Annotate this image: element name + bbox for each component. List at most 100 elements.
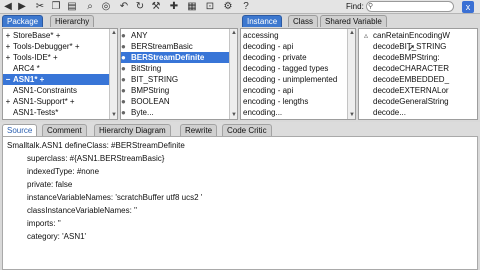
code-line: classInstanceVariableNames: '' [27, 206, 138, 215]
tab-hierarchy-diagram[interactable]: Hierarchy Diagram [94, 124, 171, 136]
source-tab-bar: Source Comment Hierarchy Diagram Rewrite… [0, 122, 480, 136]
lock-icon[interactable]: ⊡ [204, 1, 216, 13]
source-code-editor[interactable]: Smalltalk.ASN1 defineClass: #BERStreamDe… [2, 136, 478, 270]
method-item[interactable]: decode... [359, 107, 477, 118]
protocol-item[interactable]: decoding - tagged types [241, 63, 355, 74]
find-field[interactable]: ⚲ [366, 1, 455, 12]
protocol-item[interactable]: encoding - lengths [241, 96, 355, 107]
arrow-right-icon[interactable]: ▶ [16, 1, 28, 13]
protocol-item[interactable]: encoding... [241, 107, 355, 118]
new-icon[interactable]: ✚ [168, 1, 180, 13]
class-icon: ● [121, 75, 126, 84]
tab-comment[interactable]: Comment [42, 124, 87, 136]
tab-hierarchy[interactable]: Hierarchy [50, 15, 95, 27]
class-icon: ● [121, 31, 126, 40]
code-line: Smalltalk.ASN1 defineClass: #BERStreamDe… [7, 141, 185, 150]
class-item-selected[interactable]: ● BERStreamDefinite [121, 52, 237, 63]
tab-rewrite[interactable]: Rewrite [180, 124, 218, 136]
package-list[interactable]: + StoreBase* + + Tools-Debugger* + + Tools-… [2, 28, 118, 120]
code-line: instanceVariableNames: 'scratchBuffer ut… [27, 193, 203, 202]
method-item[interactable]: decodeBMPString: [359, 52, 477, 63]
find-input[interactable] [375, 3, 455, 12]
package-item[interactable]: + Tools-IDE* + [3, 52, 117, 63]
method-item[interactable]: decodeBIT_STRING [359, 41, 477, 52]
class-icon: ● [121, 86, 126, 95]
method-item[interactable]: ▵ canRetainEncodingW [359, 30, 477, 41]
class-item[interactable]: ● BitString [121, 63, 237, 74]
scissors-icon[interactable]: ✂ [34, 1, 46, 13]
package-item[interactable]: ASN1-Tests* [3, 107, 117, 118]
class-item[interactable]: ● BOOLEAN [121, 96, 237, 107]
copy-icon[interactable]: ❐ [50, 1, 62, 13]
protocol-item[interactable]: decoding - unimplemented [241, 74, 355, 85]
class-item[interactable]: ● BMPString [121, 85, 237, 96]
expand-icon[interactable]: + [3, 41, 13, 52]
class-list[interactable]: ● ANY ● BERStreamBasic ● BERStreamDefinite … [120, 28, 238, 120]
class-icon: ● [121, 42, 126, 51]
class-icon: ● [121, 53, 126, 62]
toolbar: ◀ ▶ ✂ ❐ ▤ ⌕ ◎ ↶ ↻ ⚒ ✚ ▦ ⊡ ⚙ ? Find: ⚲ x [0, 0, 480, 14]
tool-icon[interactable]: ⚒ [150, 1, 162, 13]
package-item[interactable]: ASN1-Constraints [3, 85, 117, 96]
protocol-item[interactable]: encoding - api [241, 85, 355, 96]
tab-code-critic[interactable]: Code Critic [222, 124, 272, 136]
undo-icon[interactable]: ↶ [118, 1, 130, 13]
find-icon[interactable]: ◎ [100, 1, 112, 13]
package-item-selected[interactable]: − ASN1* + [3, 74, 117, 85]
paste-icon[interactable]: ▤ [66, 1, 78, 13]
class-item[interactable]: ● Byte... [121, 107, 237, 118]
package-item[interactable]: + ASN1-Support* + [3, 96, 117, 107]
help-icon[interactable]: ? [240, 1, 252, 13]
close-button[interactable]: x [462, 1, 474, 13]
tab-shared-variable[interactable]: Shared Variable [320, 15, 387, 27]
package-scrollbar[interactable]: ▲ ▼ [109, 29, 117, 119]
code-line: indexedType: #none [27, 167, 100, 176]
code-line: private: false [27, 180, 73, 189]
method-item[interactable]: decodeEXTERNALor [359, 85, 477, 96]
tab-source[interactable]: Source [2, 124, 38, 136]
code-line: category: 'ASN1' [27, 232, 87, 241]
method-item[interactable]: decodeEMBEDDED_ [359, 74, 477, 85]
expand-icon[interactable]: + [3, 96, 13, 107]
protocol-item[interactable]: accessing [241, 30, 355, 41]
class-icon: ● [121, 108, 126, 117]
class-icon: ● [121, 64, 126, 73]
package-item[interactable]: + StoreBase* + [3, 30, 117, 41]
class-item[interactable]: ● ANY [121, 30, 237, 41]
expand-icon[interactable]: − [3, 74, 13, 85]
protocol-item[interactable]: decoding - private [241, 52, 355, 63]
scroll-up-icon[interactable]: ▲ [230, 29, 237, 37]
method-icon: ▵ [363, 31, 368, 40]
magnifier-icon: ⚲ [368, 3, 374, 10]
protocol-item[interactable]: decoding - api [241, 41, 355, 52]
package-item[interactable]: + Tools-Debugger* + [3, 41, 117, 52]
tab-class[interactable]: Class [288, 15, 319, 27]
method-item[interactable]: decodeGeneralString [359, 96, 477, 107]
class-item[interactable]: ● BIT_STRING [121, 74, 237, 85]
refresh-icon[interactable]: ↻ [134, 1, 146, 13]
class-scrollbar[interactable]: ▲ ▼ [229, 29, 237, 119]
scroll-up-icon[interactable]: ▲ [110, 29, 117, 37]
tab-instance[interactable]: Instance [242, 15, 283, 27]
class-icon: ● [121, 97, 126, 106]
search-icon[interactable]: ⌕ [84, 1, 96, 13]
mouse-cursor-icon: ➚ [407, 43, 416, 54]
class-item[interactable]: ● BERStreamBasic [121, 41, 237, 52]
protocol-list[interactable]: accessing decoding - api decoding - priv… [240, 28, 356, 120]
code-line: imports: '' [27, 219, 61, 228]
package-item[interactable]: ARC4 * [3, 63, 117, 74]
protocol-scrollbar[interactable]: ▲ ▼ [347, 29, 355, 119]
arrow-left-icon[interactable]: ◀ [2, 1, 14, 13]
tab-package[interactable]: Package [2, 15, 44, 27]
method-item[interactable]: decodeCHARACTER [359, 63, 477, 74]
scroll-down-icon[interactable]: ▼ [230, 111, 237, 119]
scroll-down-icon[interactable]: ▼ [348, 111, 355, 119]
scroll-down-icon[interactable]: ▼ [110, 111, 117, 119]
expand-icon[interactable]: + [3, 52, 13, 63]
scroll-up-icon[interactable]: ▲ [348, 29, 355, 37]
browse-icon[interactable]: ▦ [186, 1, 198, 13]
expand-icon[interactable]: + [3, 30, 13, 41]
code-line: superclass: #{ASN1.BERStreamBasic} [27, 154, 165, 163]
method-list[interactable]: ▵ canRetainEncodingW decodeBIT_STRING dec… [358, 28, 478, 120]
gear-icon[interactable]: ⚙ [222, 1, 234, 13]
